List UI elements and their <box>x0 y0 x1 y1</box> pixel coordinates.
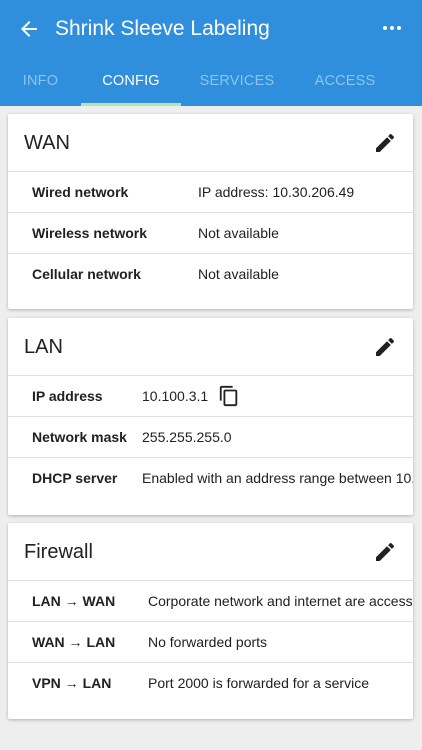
copy-icon[interactable] <box>218 385 240 407</box>
tab-services[interactable]: SERVICES <box>181 58 293 106</box>
tab-access-label: ACCESS <box>314 73 376 89</box>
row-label: Wired network <box>32 184 129 200</box>
more-horiz-icon[interactable] <box>380 16 404 40</box>
tab-services-label: SERVICES <box>199 73 275 89</box>
row-value: No forwarded ports <box>148 634 268 650</box>
tab-info[interactable]: INFO <box>0 58 81 106</box>
wan-row-wireless: Wireless network Not available <box>8 213 413 254</box>
lan-row-ip: IP address 10.100.3.1 <box>8 376 413 417</box>
edit-lan-icon[interactable] <box>373 335 397 359</box>
row-label: LAN → WAN <box>32 593 116 609</box>
firewall-row-vpn-lan: VPN → LAN Port 2000 is forwarded for a s… <box>8 663 413 703</box>
row-value: Not available <box>198 266 279 282</box>
edit-firewall-icon[interactable] <box>373 540 397 564</box>
row-label: WAN → LAN <box>32 634 116 650</box>
row-value: Not available <box>198 225 279 241</box>
tab-info-label: INFO <box>22 73 59 89</box>
wan-row-wired: Wired network IP address: 10.30.206.49 <box>8 172 413 213</box>
wan-title: WAN <box>24 132 70 154</box>
tab-access[interactable]: ACCESS <box>293 58 397 106</box>
edit-wan-icon[interactable] <box>373 131 397 155</box>
row-label: IP address <box>32 388 103 404</box>
firewall-card: Firewall LAN → WAN Corporate network and… <box>8 523 413 719</box>
row-value: Port 2000 is forwarded for a service <box>148 675 369 691</box>
tab-indicator <box>81 103 181 106</box>
wan-card-header: WAN <box>8 114 413 172</box>
lan-card: LAN IP address 10.100.3.1 Network mask 2… <box>8 318 413 515</box>
row-value: IP address: 10.30.206.49 <box>198 184 355 200</box>
lan-card-header: LAN <box>8 318 413 376</box>
row-label: Wireless network <box>32 225 148 241</box>
app-title: Shrink Sleeve Labeling <box>55 17 270 40</box>
row-label: VPN → LAN <box>32 675 112 691</box>
row-value: 10.100.3.1 <box>142 388 209 404</box>
lan-title: LAN <box>24 336 63 358</box>
row-value: Corporate network and internet are acces… <box>148 593 413 609</box>
firewall-title: Firewall <box>24 541 93 563</box>
row-value: 255.255.255.0 <box>142 429 232 445</box>
wan-row-cellular: Cellular network Not available <box>8 254 413 294</box>
firewall-row-lan-wan: LAN → WAN Corporate network and internet… <box>8 581 413 622</box>
row-value: Enabled with an address range between 10… <box>142 470 413 486</box>
app-bar: Shrink Sleeve Labeling INFO CONFIG SERVI… <box>0 0 422 106</box>
firewall-card-header: Firewall <box>8 523 413 581</box>
lan-row-dhcp: DHCP server Enabled with an address rang… <box>8 458 413 498</box>
tab-bar: INFO CONFIG SERVICES ACCESS <box>0 58 422 106</box>
tab-config[interactable]: CONFIG <box>81 58 181 106</box>
lan-row-mask: Network mask 255.255.255.0 <box>8 417 413 458</box>
row-label: DHCP server <box>32 470 118 486</box>
firewall-row-wan-lan: WAN → LAN No forwarded ports <box>8 622 413 663</box>
wan-card: WAN Wired network IP address: 10.30.206.… <box>8 114 413 309</box>
arrow-back-icon[interactable] <box>17 17 41 41</box>
row-label: Network mask <box>32 429 127 445</box>
row-label: Cellular network <box>32 266 141 282</box>
tab-config-label: CONFIG <box>102 73 160 89</box>
